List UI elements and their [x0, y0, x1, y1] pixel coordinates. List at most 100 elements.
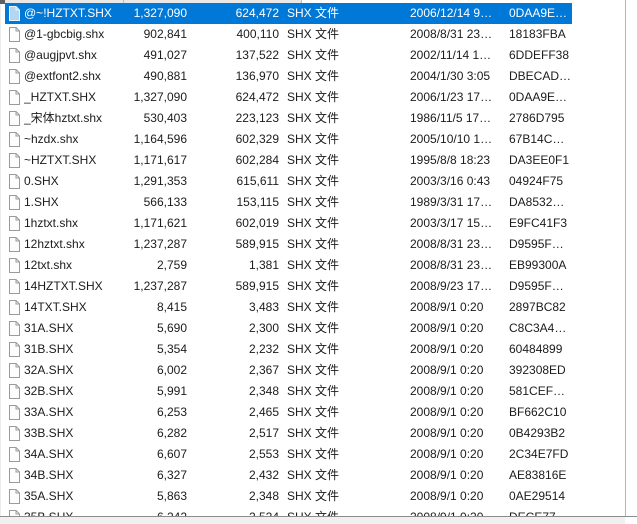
file-date-modified: 2002/11/14 1…: [410, 48, 492, 62]
file-icon: [5, 363, 24, 378]
file-type: SHX 文件: [287, 468, 340, 482]
file-row[interactable]: 1hztxt.shx 1,171,621 602,019 SHX 文件 2003/3/1…: [5, 213, 572, 234]
file-type: SHX 文件: [287, 300, 340, 314]
file-name: _HZTXT.SHX: [24, 90, 97, 104]
file-row[interactable]: _宋体hztxt.shx 530,403 223,123 SHX 文件 1986/11/…: [5, 108, 572, 129]
horizontal-scrollbar-track: [0, 517, 625, 524]
file-row[interactable]: 35A.SHX 5,863 2,348 SHX 文件 2008/9/1 0:20 0AE2…: [5, 486, 572, 507]
file-type: SHX 文件: [287, 405, 340, 419]
file-type: SHX 文件: [287, 426, 340, 440]
file-packed-size: 602,329: [235, 132, 279, 146]
file-crc: 0AE29514: [509, 489, 566, 503]
file-icon: [5, 405, 24, 420]
file-crc: DA8532…: [509, 195, 565, 209]
file-icon: [5, 132, 24, 147]
file-name: 34B.SHX: [24, 468, 74, 482]
file-packed-size: 624,472: [235, 90, 279, 104]
file-packed-size: 1,381: [248, 258, 279, 272]
file-crc: DBECAD…: [509, 69, 572, 83]
file-row[interactable]: _HZTXT.SHX 1,327,090 624,472 SHX 文件 2006/1/2…: [5, 87, 572, 108]
file-packed-size: 137,522: [235, 48, 279, 62]
file-crc: 04924F75: [509, 174, 564, 188]
file-size: 1,237,287: [133, 237, 187, 251]
file-date-modified: 2003/3/16 0:43: [410, 174, 491, 188]
file-icon: [5, 174, 24, 189]
file-name: @augjpvt.shx: [24, 48, 97, 62]
file-size: 1,171,621: [133, 216, 187, 230]
file-row[interactable]: ~HZTXT.SHX 1,171,617 602,284 SHX 文件 1995/8/8…: [5, 150, 572, 171]
window-corner-fragment: [0, 0, 5, 4]
file-row[interactable]: @1-gbcbig.shx 902,841 400,110 SHX 文件 2008/8/…: [5, 24, 572, 45]
file-row[interactable]: 33A.SHX 6,253 2,465 SHX 文件 2008/9/1 0:20 BF66…: [5, 402, 572, 423]
file-row[interactable]: 14HZTXT.SHX 1,237,287 589,915 SHX 文件 2008/9/…: [5, 276, 572, 297]
file-row[interactable]: ~hzdx.shx 1,164,596 602,329 SHX 文件 2005/10/1…: [5, 129, 572, 150]
file-size: 1,164,596: [133, 132, 187, 146]
file-name: 14TXT.SHX: [24, 300, 87, 314]
file-icon: [5, 90, 24, 105]
file-icon: [5, 27, 24, 42]
file-type: SHX 文件: [287, 153, 340, 167]
file-type: SHX 文件: [287, 321, 340, 335]
file-date-modified: 1995/8/8 18:23: [410, 153, 491, 167]
file-name: @extfont2.shx: [24, 69, 101, 83]
file-row[interactable]: 31B.SHX 5,354 2,232 SHX 文件 2008/9/1 0:20 6048…: [5, 339, 572, 360]
file-type: SHX 文件: [287, 6, 340, 20]
file-crc: 2786D795: [509, 111, 565, 125]
file-date-modified: 1986/11/5 17…: [410, 111, 492, 125]
file-size: 530,403: [143, 111, 187, 125]
file-row[interactable]: 32B.SHX 5,991 2,348 SHX 文件 2008/9/1 0:20 581C…: [5, 381, 572, 402]
file-row[interactable]: @augjpvt.shx 491,027 137,522 SHX 文件 2002/11/…: [5, 45, 572, 66]
file-row[interactable]: 0.SHX 1,291,353 615,611 SHX 文件 2003/3/16 0:4…: [5, 171, 572, 192]
file-crc: DA3EE0F1: [509, 153, 570, 167]
file-type: SHX 文件: [287, 258, 340, 272]
file-size: 6,327: [156, 468, 187, 482]
file-type: SHX 文件: [287, 48, 340, 62]
file-icon: [5, 216, 24, 231]
file-packed-size: 2,348: [248, 489, 279, 503]
file-row[interactable]: @extfont2.shx 490,881 136,970 SHX 文件 2004/1/…: [5, 66, 572, 87]
file-row[interactable]: 32A.SHX 6,002 2,367 SHX 文件 2008/9/1 0:20 3923…: [5, 360, 572, 381]
file-row[interactable]: 33B.SHX 6,282 2,517 SHX 文件 2008/9/1 0:20 0B42…: [5, 423, 572, 444]
file-row[interactable]: 12hztxt.shx 1,237,287 589,915 SHX 文件 2008/8/…: [5, 234, 572, 255]
file-size: 566,133: [143, 195, 187, 209]
file-icon: [5, 300, 24, 315]
file-crc: 67B14C…: [509, 132, 565, 146]
file-row[interactable]: 35B.SHX6,2422,524SHX 文件2008/9/1 0:20DECE…: [5, 507, 572, 516]
file-crc: 0B4293B2: [509, 426, 566, 440]
file-type: SHX 文件: [287, 384, 340, 398]
file-row[interactable]: 14TXT.SHX 8,415 3,483 SHX 文件 2008/9/1 0:20 28…: [5, 297, 572, 318]
file-name: 32B.SHX: [24, 384, 74, 398]
file-date-modified: 2008/9/1 0:20: [410, 468, 484, 482]
file-icon: [5, 69, 24, 84]
file-crc: 392308ED: [509, 363, 566, 377]
file-row[interactable]: 31A.SHX 5,690 2,300 SHX 文件 2008/9/1 0:20 C8C3…: [5, 318, 572, 339]
file-row[interactable]: 12txt.shx 2,759 1,381 SHX 文件 2008/8/31 23… EB…: [5, 255, 572, 276]
file-row[interactable]: 34B.SHX 6,327 2,432 SHX 文件 2008/9/1 0:20 AE83…: [5, 465, 572, 486]
file-row[interactable]: @~!HZTXT.SHX 1,327,090 624,472 SHX 文件 2006/1…: [5, 3, 572, 24]
file-packed-size: 589,915: [235, 279, 279, 293]
file-crc: 581CEF…: [509, 384, 566, 398]
file-size: 6,282: [156, 426, 187, 440]
file-icon: [5, 447, 24, 462]
file-icon: [5, 111, 24, 126]
file-packed-size: 602,019: [235, 216, 279, 230]
file-row[interactable]: 1.SHX 566,133 153,115 SHX 文件 1989/3/31 17… DA…: [5, 192, 572, 213]
file-crc: 60484899: [509, 342, 563, 356]
file-date-modified: 2008/9/1 0:20: [410, 426, 484, 440]
file-icon: [5, 468, 24, 483]
file-packed-size: 400,110: [236, 27, 280, 41]
column-separator-tick: [301, 0, 302, 3]
file-packed-size: 2,367: [248, 363, 279, 377]
file-name: 31B.SHX: [24, 342, 74, 356]
file-date-modified: 2008/8/31 23…: [410, 27, 493, 41]
file-packed-size: 2,517: [248, 426, 279, 440]
file-type: SHX 文件: [287, 174, 340, 188]
file-type: SHX 文件: [287, 216, 340, 230]
file-name: 0.SHX: [24, 174, 59, 188]
file-row[interactable]: 34A.SHX 6,607 2,553 SHX 文件 2008/9/1 0:20 2C34…: [5, 444, 572, 465]
file-date-modified: 2006/12/14 9…: [410, 6, 493, 20]
file-crc: 0DAA9E…: [509, 90, 568, 104]
file-size: 6,002: [156, 363, 187, 377]
file-date-modified: 1989/3/31 17…: [410, 195, 493, 209]
file-size: 5,863: [156, 489, 187, 503]
